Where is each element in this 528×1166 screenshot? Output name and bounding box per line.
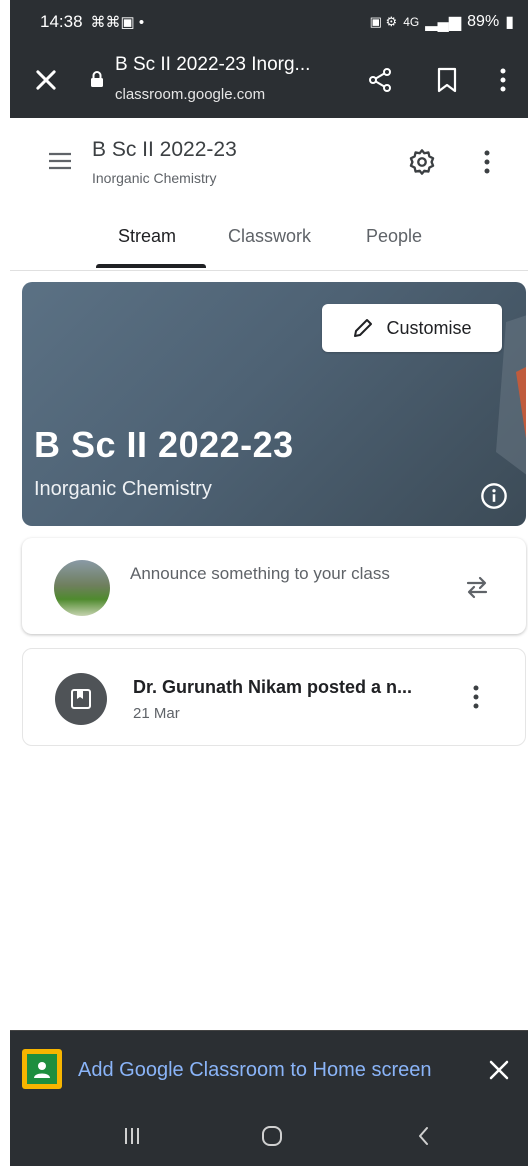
recents-icon[interactable]	[120, 1124, 144, 1148]
more-vert-icon[interactable]	[469, 683, 483, 711]
customise-button[interactable]: Customise	[322, 304, 502, 352]
banner-subtitle: Inorganic Chemistry	[34, 478, 212, 500]
more-vert-icon[interactable]	[496, 66, 510, 94]
tab-title[interactable]: B Sc II 2022-23 Inorg...	[115, 54, 310, 76]
signal-icon: ▂▄▆	[425, 14, 462, 31]
list-item[interactable]: Dr. Gurunath Nikam posted a n... 21 Mar	[22, 648, 526, 746]
tab-classwork[interactable]: Classwork	[228, 226, 311, 247]
announce-card[interactable]: Announce something to your class	[22, 538, 526, 634]
active-tab-indicator	[96, 264, 206, 268]
hamburger-menu-icon[interactable]	[48, 150, 72, 172]
classroom-logo	[22, 1049, 62, 1089]
close-icon[interactable]	[32, 66, 60, 94]
bookmark-icon	[71, 689, 91, 709]
repost-icon[interactable]	[462, 572, 492, 602]
close-icon[interactable]	[488, 1059, 510, 1081]
info-icon[interactable]	[480, 482, 508, 510]
more-vert-icon[interactable]	[480, 148, 494, 176]
classroom-header: B Sc II 2022-23 Inorganic Chemistry Stre…	[10, 118, 528, 271]
add-to-home-banner[interactable]: Add Google Classroom to Home screen	[10, 1030, 528, 1107]
system-nav-bar	[10, 1106, 528, 1166]
gear-icon[interactable]	[408, 148, 436, 176]
course-title: B Sc II 2022-23	[92, 138, 237, 161]
home-icon[interactable]	[260, 1124, 284, 1148]
course-tabs: Stream Classwork People	[10, 218, 528, 270]
url-text[interactable]: classroom.google.com	[115, 86, 265, 103]
battery-level: 89%	[467, 13, 500, 30]
status-bar: 14:38 ⌘⌘▣ • ▣ ⚙ 4G ▂▄▆ 89% ▮	[10, 0, 528, 44]
share-icon[interactable]	[366, 66, 394, 94]
announce-input[interactable]: Announce something to your class	[130, 560, 400, 588]
post-title[interactable]: Dr. Gurunath Nikam posted a n...	[133, 677, 412, 698]
back-icon[interactable]	[412, 1124, 436, 1148]
post-date: 21 Mar	[133, 705, 180, 722]
battery-icon: ▮	[505, 14, 514, 31]
post-material-icon	[55, 673, 107, 725]
bookmark-icon[interactable]	[436, 66, 458, 94]
status-icons: ▣ ⚙	[369, 14, 398, 29]
tab-stream[interactable]: Stream	[118, 226, 176, 247]
tab-people[interactable]: People	[366, 226, 422, 247]
course-subject: Inorganic Chemistry	[92, 170, 217, 186]
banner-title: B Sc II 2022-23	[34, 424, 294, 465]
avatar	[54, 560, 110, 616]
customise-label: Customise	[386, 317, 472, 338]
status-time: 14:38	[40, 12, 83, 31]
lock-icon	[91, 71, 103, 87]
class-banner: Customise B Sc II 2022-23 Inorganic Chem…	[22, 282, 526, 526]
pencil-icon	[354, 319, 373, 337]
add-to-home-text[interactable]: Add Google Classroom to Home screen	[78, 1059, 432, 1082]
browser-toolbar: B Sc II 2022-23 Inorg... classroom.googl…	[10, 44, 528, 118]
signal-label: 4G	[403, 15, 420, 29]
notification-icons: ⌘⌘▣ •	[90, 14, 145, 31]
